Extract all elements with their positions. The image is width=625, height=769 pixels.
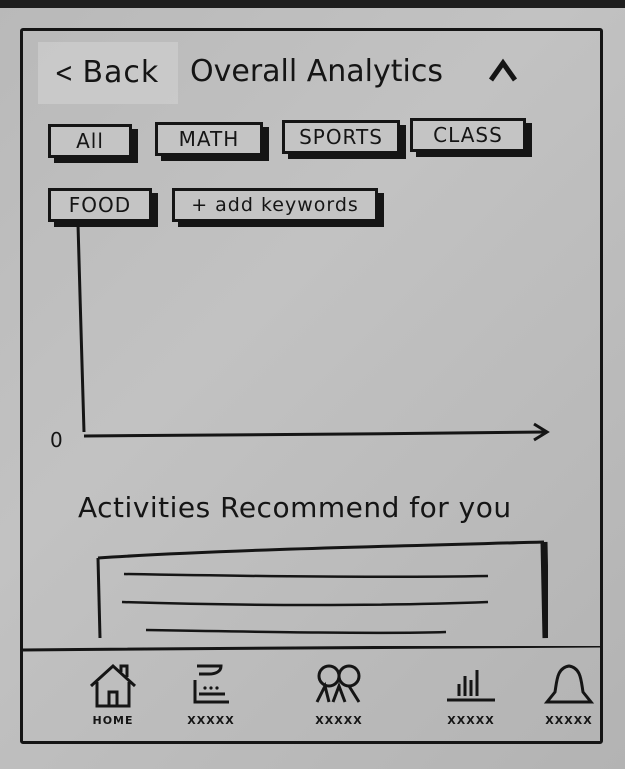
card-line (145, 628, 447, 635)
analytics-chart (76, 223, 550, 442)
people-icon (315, 664, 361, 703)
page-title: Overall Analytics (190, 54, 443, 89)
analytics-icon (447, 670, 495, 702)
chip-math[interactable]: MATH (155, 122, 263, 156)
caret-up-icon[interactable] (488, 58, 518, 84)
card-line (123, 572, 489, 579)
chevron-left-icon: < (54, 55, 75, 89)
tab-people-label: XXXXX (315, 714, 363, 727)
y-axis (76, 223, 86, 433)
chip-all[interactable]: All (48, 124, 132, 158)
tab-inbox[interactable]: XXXXX (176, 662, 246, 742)
tab-inbox-label: XXXXX (187, 714, 235, 727)
tab-home-label: HOME (92, 714, 134, 727)
tab-notifications-label: XXXXX (545, 714, 593, 727)
tab-analytics[interactable]: XXXXX (436, 662, 506, 742)
inbox-icon (193, 664, 229, 704)
back-label: Back (82, 54, 160, 90)
home-icon (89, 663, 137, 708)
chip-class[interactable]: CLASS (410, 118, 526, 152)
chart-origin-label: 0 (50, 428, 63, 452)
back-button[interactable]: < Back (52, 52, 159, 92)
card-line (121, 600, 489, 607)
add-keywords-button[interactable]: + add keywords (172, 188, 378, 222)
x-axis (83, 430, 546, 438)
bell-icon (543, 664, 595, 704)
recommendation-card[interactable] (96, 540, 548, 640)
paper-edge (0, 0, 625, 8)
chip-sports[interactable]: SPORTS (282, 120, 400, 154)
recommendations-title: Activities Recommend for you (78, 491, 512, 524)
tab-notifications[interactable]: XXXXX (534, 662, 604, 742)
chip-food[interactable]: FOOD (48, 188, 152, 222)
tab-people[interactable]: XXXXX (304, 662, 374, 742)
tab-analytics-label: XXXXX (447, 714, 495, 727)
tab-home[interactable]: HOME (78, 662, 148, 742)
